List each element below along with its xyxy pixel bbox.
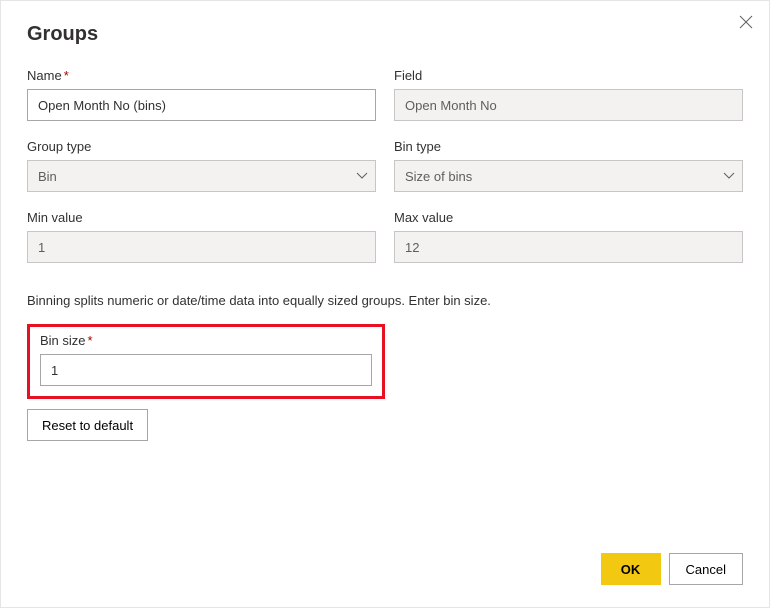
dialog-title: Groups <box>27 23 743 46</box>
dialog-footer: OK Cancel <box>27 533 743 585</box>
ok-button[interactable]: OK <box>601 553 661 585</box>
bin-size-label-text: Bin size <box>40 333 86 348</box>
bin-size-required: * <box>88 333 93 348</box>
bin-type-value[interactable] <box>394 160 743 192</box>
row-min-max: Min value Max value <box>27 210 743 263</box>
name-label-text: Name <box>27 68 62 83</box>
bin-type-label: Bin type <box>394 139 743 154</box>
field-label: Field <box>394 68 743 83</box>
group-type-value[interactable] <box>27 160 376 192</box>
close-icon <box>739 15 753 29</box>
min-value-label: Min value <box>27 210 376 225</box>
name-input[interactable] <box>27 89 376 121</box>
cancel-button[interactable]: Cancel <box>669 553 743 585</box>
min-value-input <box>27 231 376 263</box>
field-input <box>394 89 743 121</box>
groups-dialog: Groups Name* Field Group type Bin type <box>1 1 769 607</box>
name-label: Name* <box>27 68 376 83</box>
reset-to-default-button[interactable]: Reset to default <box>27 409 148 441</box>
row-name-field: Name* Field <box>27 68 743 121</box>
row-grouptype-bintype: Group type Bin type <box>27 139 743 192</box>
name-required: * <box>64 68 69 83</box>
group-type-select[interactable] <box>27 160 376 192</box>
bin-size-highlight: Bin size* <box>27 324 385 399</box>
group-type-label: Group type <box>27 139 376 154</box>
bin-size-input[interactable] <box>40 354 372 386</box>
max-value-input <box>394 231 743 263</box>
close-button[interactable] <box>735 11 757 33</box>
bin-type-select[interactable] <box>394 160 743 192</box>
bin-size-label: Bin size* <box>40 333 372 348</box>
binning-description: Binning splits numeric or date/time data… <box>27 293 743 308</box>
max-value-label: Max value <box>394 210 743 225</box>
